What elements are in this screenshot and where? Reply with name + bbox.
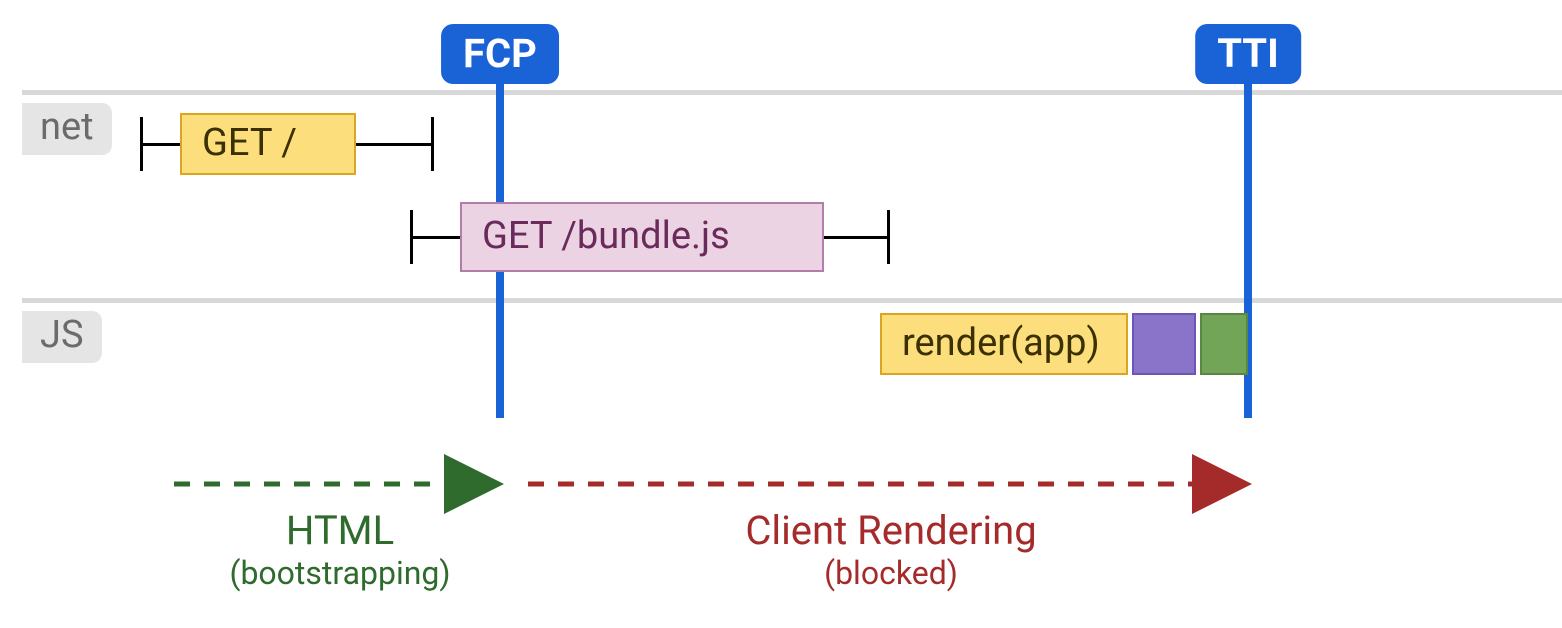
phase-subtitle-html: (bootstrapping) bbox=[230, 556, 451, 591]
whisker-cap bbox=[887, 210, 890, 264]
js-task-render: render(app) bbox=[880, 313, 1128, 375]
phase-arrow-html bbox=[174, 472, 506, 496]
divider-line bbox=[22, 298, 1562, 303]
phase-arrow-client-rendering bbox=[528, 472, 1254, 496]
whisker-cap bbox=[410, 210, 413, 264]
net-request-bundle: GET /bundle.js bbox=[460, 202, 824, 272]
timeline-diagram: net JS FCP TTI GET / GET /bundle.js rend… bbox=[0, 0, 1562, 628]
track-label-net: net bbox=[22, 103, 112, 155]
track-label-js: JS bbox=[22, 311, 102, 363]
phase-title-html: HTML bbox=[286, 508, 394, 554]
phase-subtitle-client-rendering: (blocked) bbox=[824, 556, 958, 591]
net-request-root: GET / bbox=[180, 113, 356, 175]
marker-badge-fcp: FCP bbox=[441, 24, 559, 84]
js-task-green bbox=[1200, 313, 1248, 375]
js-task-purple bbox=[1132, 313, 1196, 375]
whisker-cap bbox=[431, 117, 434, 171]
divider-line bbox=[22, 90, 1562, 95]
whisker-cap bbox=[140, 117, 143, 171]
phase-title-client-rendering: Client Rendering bbox=[745, 508, 1036, 554]
marker-badge-tti: TTI bbox=[1195, 24, 1301, 84]
